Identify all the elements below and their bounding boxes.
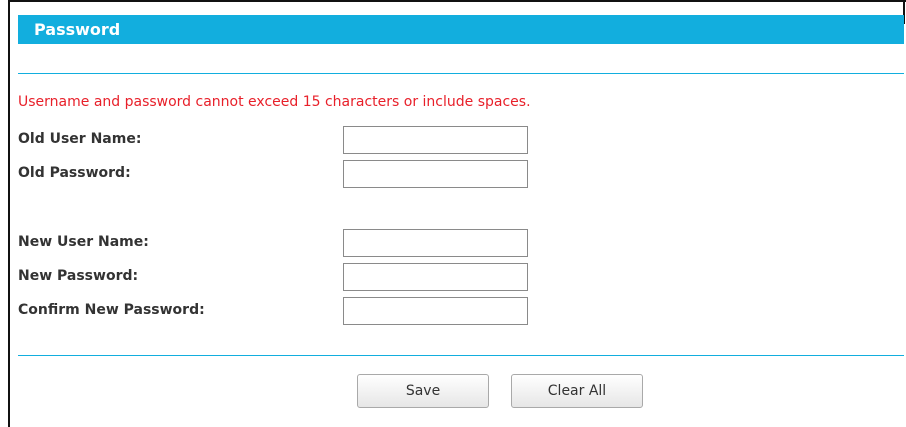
frame-border-left	[8, 0, 10, 427]
new-password-label: New Password:	[18, 268, 139, 284]
clear-all-button[interactable]: Clear All	[511, 374, 643, 408]
new-password-input[interactable]	[343, 263, 528, 291]
new-user-name-input[interactable]	[343, 229, 528, 257]
frame-border-top	[8, 0, 906, 2]
old-password-input[interactable]	[343, 160, 528, 188]
divider-top	[18, 73, 904, 74]
section-title: Password	[34, 20, 121, 39]
new-user-name-label: New User Name:	[18, 234, 149, 250]
old-password-label: Old Password:	[18, 165, 131, 181]
save-button[interactable]: Save	[357, 374, 489, 408]
confirm-new-password-input[interactable]	[343, 297, 528, 325]
notice-text: Username and password cannot exceed 15 c…	[18, 94, 531, 110]
old-user-name-label: Old User Name:	[18, 131, 142, 147]
divider-bottom	[18, 355, 904, 356]
section-header: Password	[18, 15, 904, 44]
confirm-new-password-label: Confirm New Password:	[18, 302, 205, 318]
old-user-name-input[interactable]	[343, 126, 528, 154]
